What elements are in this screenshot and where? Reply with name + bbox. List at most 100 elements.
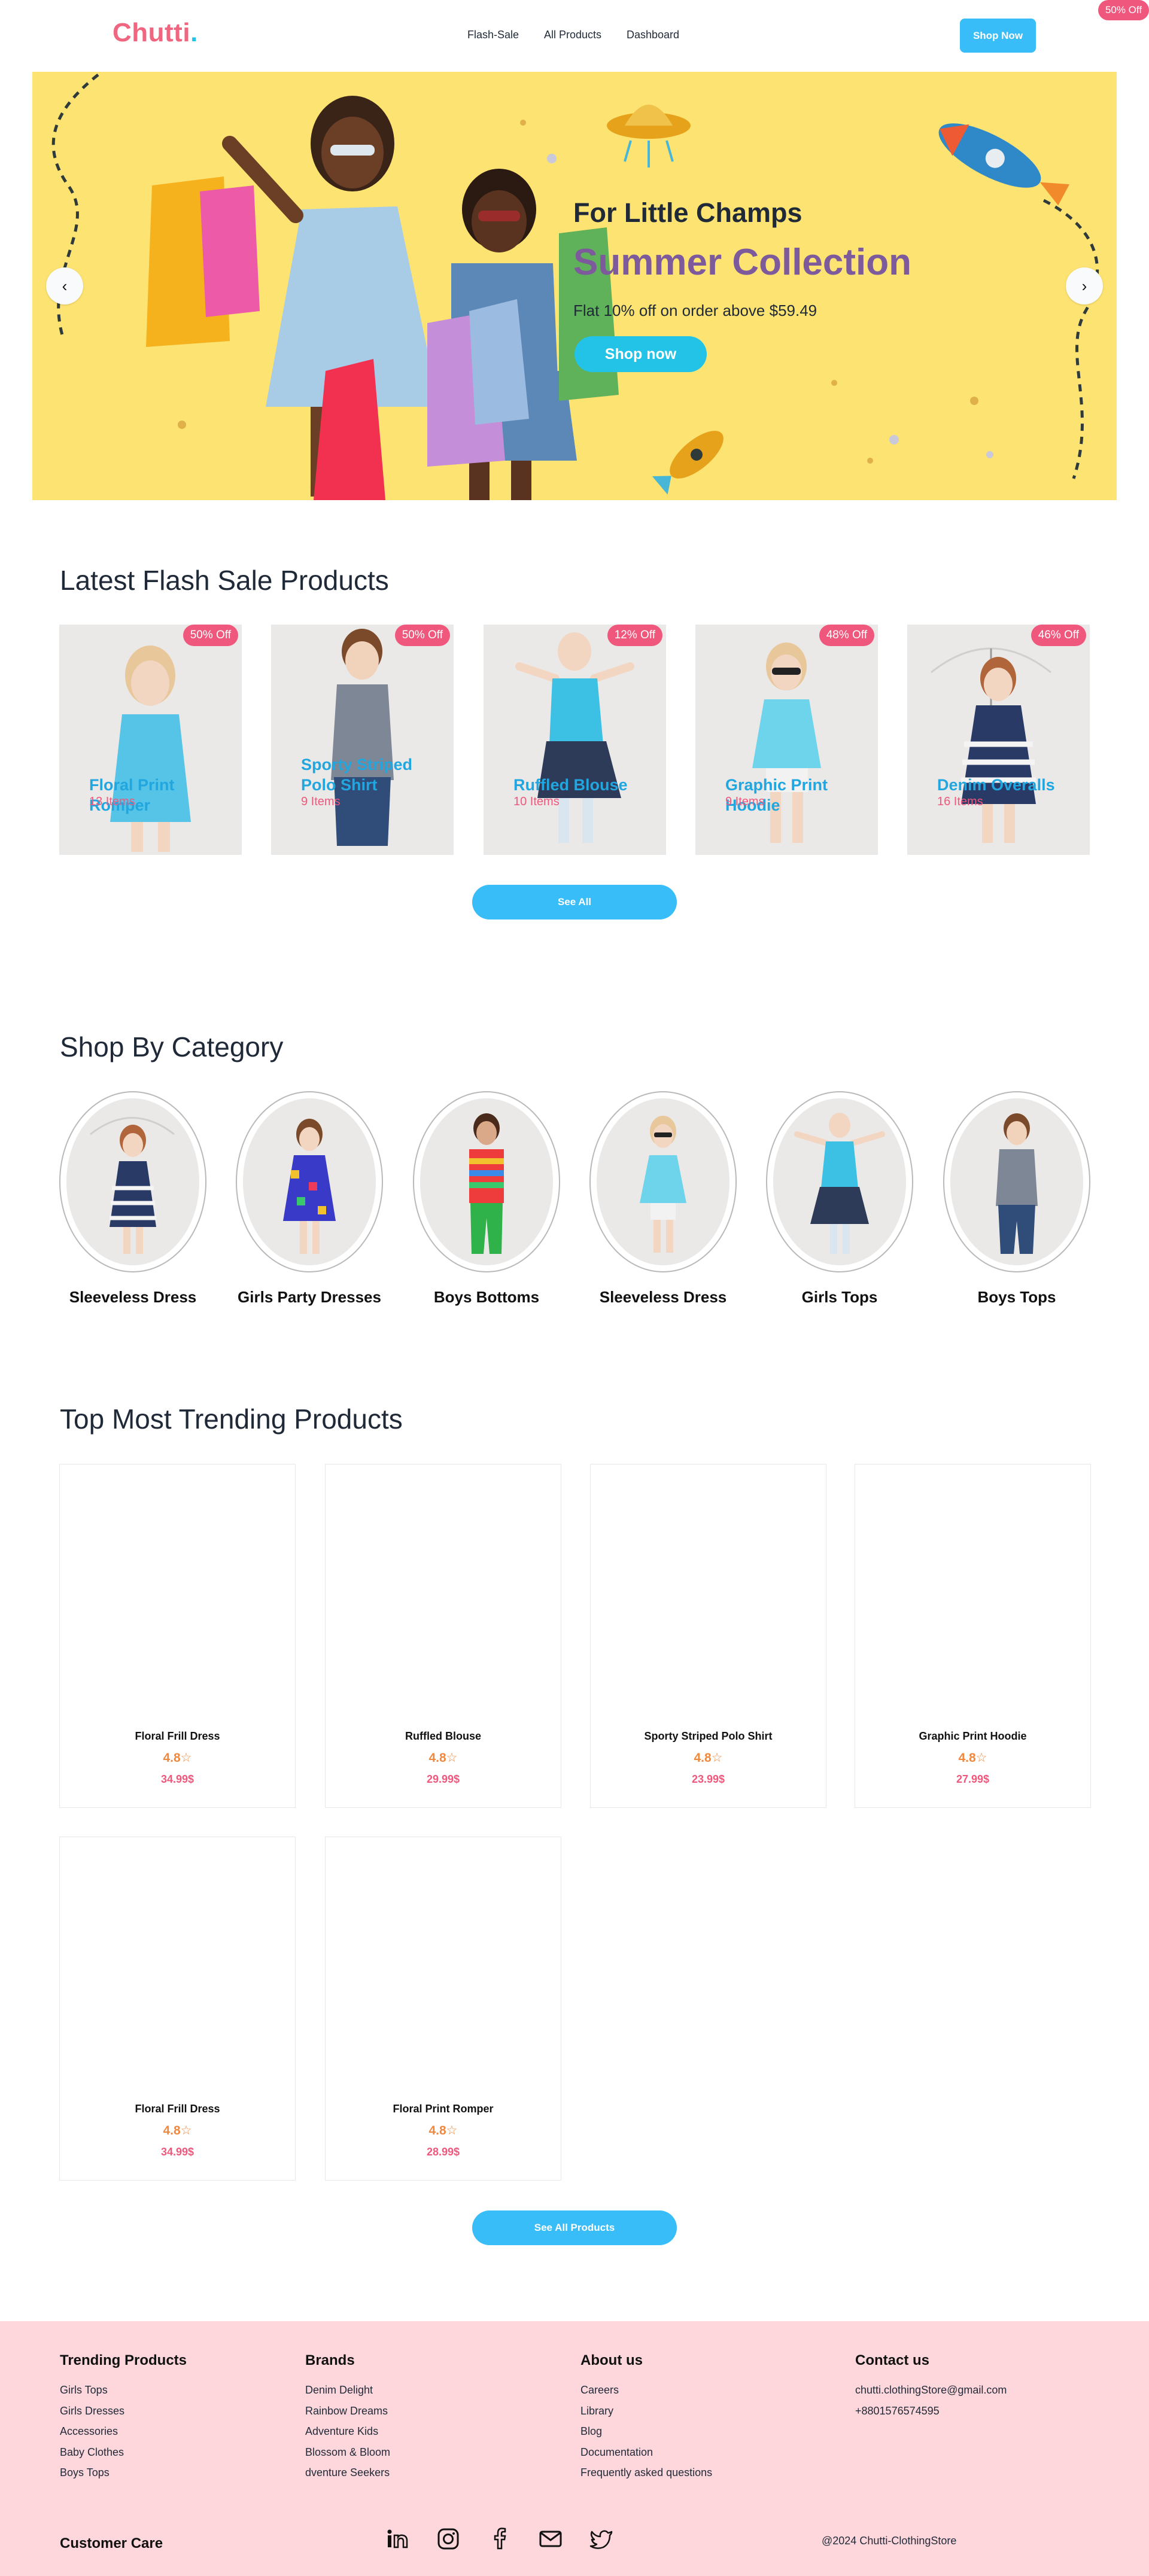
footer-link[interactable]: Documentation [580, 2442, 712, 2463]
category-label: Sleeveless Dress [69, 1288, 197, 1306]
shop-now-button[interactable]: Shop Now [960, 19, 1036, 53]
brand-dot: . [190, 18, 198, 47]
footer-link[interactable]: Denim Delight [305, 2380, 390, 2401]
facebook-icon[interactable] [488, 2527, 512, 2551]
hero-shop-now-button[interactable]: Shop now [574, 336, 707, 372]
product-image [110, 645, 191, 852]
trending-card[interactable]: Floral Print Romper 4.8☆ 28.99$ [325, 1837, 561, 2181]
product-name: Floral Print Romper [393, 2103, 494, 2115]
footer-link[interactable]: Blog [580, 2421, 712, 2442]
product-name: Floral Frill Dress [135, 2103, 220, 2115]
product-name: Sporty Striped Polo Shirt [301, 756, 413, 794]
copyright-text: @2024 Chutti-ClothingStore [822, 2535, 957, 2547]
trending-card[interactable]: Floral Frill Dress 4.8☆ 34.99$ [59, 1464, 296, 1808]
category-title: Shop By Category [60, 1031, 284, 1062]
footer-trending-column: Trending Products Girls Tops Girls Dress… [60, 2352, 187, 2483]
footer-link[interactable]: Frequently asked questions [580, 2462, 712, 2483]
category-label: Girls Party Dresses [238, 1288, 381, 1306]
product-image [515, 632, 634, 843]
category-label: Boys Tops [977, 1288, 1056, 1306]
flash-card[interactable]: 46% Off Denim Overalls 16 Items [907, 625, 1090, 855]
product-price: 34.99$ [160, 1773, 194, 1785]
flash-card[interactable]: 48% Off Graphic Print Hoodie 9 Items [695, 625, 878, 855]
footer-link[interactable]: Boys Tops [60, 2462, 187, 2483]
instagram-icon[interactable] [436, 2527, 460, 2551]
item-count: 9 Items [725, 795, 765, 808]
product-name: Graphic Print Hoodie [919, 1730, 1027, 1742]
discount-badge: 12% Off [607, 625, 662, 646]
flash-card[interactable]: 12% Off Ruffled Blouse 10 Items [484, 625, 666, 855]
nav-link-flash-sale[interactable]: Flash-Sale [467, 29, 519, 41]
product-name: Denim Overalls [937, 776, 1055, 794]
hero-title: Summer Collection [573, 242, 911, 283]
category-image [66, 1098, 199, 1265]
linkedin-icon[interactable] [385, 2527, 409, 2551]
category-image [773, 1098, 906, 1265]
brand-name: Chutti [113, 18, 191, 47]
hero-illustration [51, 74, 1099, 500]
hero-tagline: For Little Champs [573, 197, 803, 228]
trending-card[interactable]: Sporty Striped Polo Shirt 4.8☆ 23.99$ [590, 1464, 826, 1808]
item-count: 13 Items [89, 795, 135, 808]
top-navbar: Chutti. Flash-Sale All Products Dashboar… [0, 0, 1149, 72]
category-image [420, 1098, 553, 1265]
product-image [931, 647, 1051, 843]
category-label: Sleeveless Dress [599, 1288, 727, 1306]
see-all-products-button[interactable]: See All Products [472, 2210, 677, 2245]
flash-card[interactable]: 50% Off Floral Print Romper 13 Items [59, 625, 242, 855]
product-price: 27.99$ [956, 1773, 990, 1785]
footer-heading: Trending Products [60, 2352, 187, 2368]
category-label: Girls Tops [801, 1288, 878, 1306]
product-name: Ruffled Blouse [405, 1730, 481, 1742]
product-price: 34.99$ [160, 2146, 194, 2158]
category-image [597, 1098, 729, 1265]
contact-phone[interactable]: +8801576574595 [855, 2401, 1007, 2422]
twitter-icon[interactable] [589, 2527, 613, 2551]
footer-about-column: About us Careers Library Blog Documentat… [580, 2352, 712, 2483]
brand-logo[interactable]: Chutti. [113, 18, 198, 48]
discount-badge: 48% Off [819, 625, 874, 646]
discount-badge: 50% Off [1098, 0, 1149, 20]
hero-banner: ‹ › For Little Champs Summer Collection … [32, 72, 1117, 500]
contact-email[interactable]: chutti.clothingStore@gmail.com [855, 2380, 1007, 2401]
item-count: 16 Items [937, 795, 983, 808]
footer-link[interactable]: Girls Dresses [60, 2401, 187, 2422]
discount-badge: 50% Off [183, 625, 238, 646]
footer-contact-column: Contact us chutti.clothingStore@gmail.co… [855, 2352, 1007, 2421]
product-price: 28.99$ [426, 2146, 460, 2158]
category-label: Boys Bottoms [433, 1288, 540, 1306]
nav-link-dashboard[interactable]: Dashboard [627, 29, 679, 41]
trending-card[interactable]: Ruffled Blouse 4.8☆ 29.99$ [325, 1464, 561, 1808]
product-name: Sporty Striped Polo Shirt [644, 1730, 773, 1742]
product-image [752, 643, 821, 843]
chevron-left-icon[interactable]: ‹ [46, 267, 83, 305]
footer-link[interactable]: Girls Tops [60, 2380, 187, 2401]
product-rating: 4.8☆ [694, 1751, 723, 1765]
footer-link[interactable]: dventure Seekers [305, 2462, 390, 2483]
item-count: 10 Items [513, 795, 560, 808]
hero-subtitle: Flat 10% off on order above $59.49 [573, 302, 817, 319]
nav-link-all-products[interactable]: All Products [544, 29, 601, 41]
footer-link[interactable]: Baby Clothes [60, 2442, 187, 2463]
footer-link[interactable]: Blossom & Bloom [305, 2442, 390, 2463]
trending-card[interactable]: Floral Frill Dress 4.8☆ 34.99$ [59, 1837, 296, 2181]
flash-sale-title: Latest Flash Sale Products [60, 565, 389, 596]
product-name: Floral Frill Dress [135, 1730, 220, 1742]
footer-heading: About us [580, 2352, 643, 2368]
product-price: 23.99$ [691, 1773, 725, 1785]
discount-badge: 50% Off [394, 625, 450, 646]
footer: Trending Products Girls Tops Girls Dress… [0, 2321, 1149, 2576]
trending-card[interactable]: Graphic Print Hoodie 4.8☆ 27.99$ [855, 1464, 1091, 1808]
category-image [243, 1098, 376, 1265]
see-all-button[interactable]: See All [472, 885, 677, 919]
footer-link[interactable]: Adventure Kids [305, 2421, 390, 2442]
mail-icon[interactable] [539, 2527, 563, 2551]
footer-link[interactable]: Careers [580, 2380, 712, 2401]
footer-link[interactable]: Rainbow Dreams [305, 2401, 390, 2422]
flash-card[interactable]: 50% Off Sporty Striped Polo Shirt 9 Item… [271, 625, 454, 855]
footer-brands-column: Brands Denim Delight Rainbow Dreams Adve… [305, 2352, 390, 2483]
footer-link[interactable]: Library [580, 2401, 712, 2422]
chevron-right-icon[interactable]: › [1066, 267, 1103, 305]
footer-link[interactable]: Accessories [60, 2421, 187, 2442]
product-rating: 4.8☆ [428, 1751, 458, 1765]
